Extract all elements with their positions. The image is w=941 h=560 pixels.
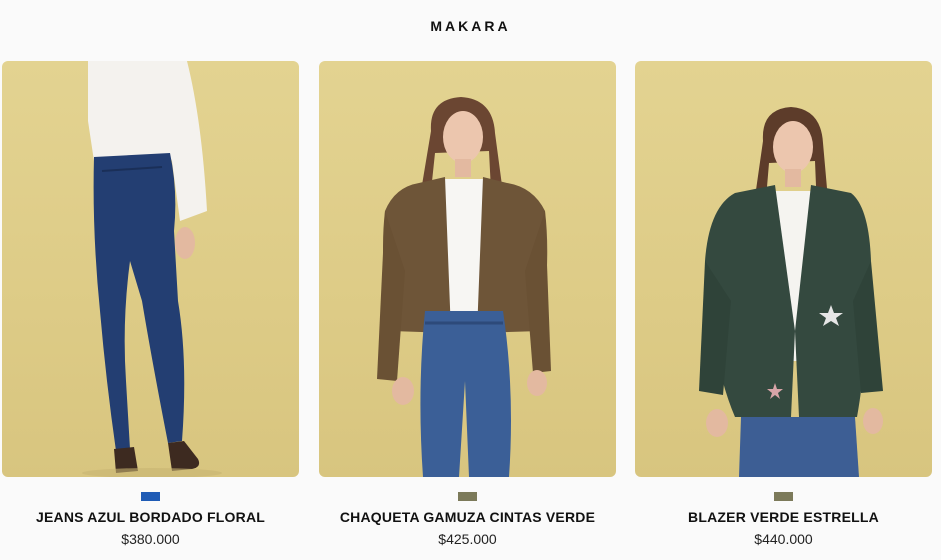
product-card: CHAQUETA GAMUZA CINTAS VERDE $425.000 bbox=[319, 61, 616, 547]
color-swatch[interactable] bbox=[458, 492, 477, 501]
brand-logo[interactable]: MAKARA bbox=[0, 18, 941, 34]
product-image[interactable] bbox=[635, 61, 932, 477]
product-name[interactable]: CHAQUETA GAMUZA CINTAS VERDE bbox=[319, 509, 616, 525]
product-name[interactable]: BLAZER VERDE ESTRELLA bbox=[635, 509, 932, 525]
product-image[interactable] bbox=[2, 61, 299, 477]
product-price: $425.000 bbox=[438, 531, 497, 547]
product-name[interactable]: JEANS AZUL BORDADO FLORAL bbox=[2, 509, 299, 525]
color-swatch[interactable] bbox=[774, 492, 793, 501]
product-card: JEANS AZUL BORDADO FLORAL $380.000 bbox=[2, 61, 299, 547]
product-price: $440.000 bbox=[754, 531, 813, 547]
product-card: BLAZER VERDE ESTRELLA $440.000 bbox=[635, 61, 932, 547]
product-price: $380.000 bbox=[121, 531, 180, 547]
color-swatch[interactable] bbox=[141, 492, 160, 501]
product-image[interactable] bbox=[319, 61, 616, 477]
